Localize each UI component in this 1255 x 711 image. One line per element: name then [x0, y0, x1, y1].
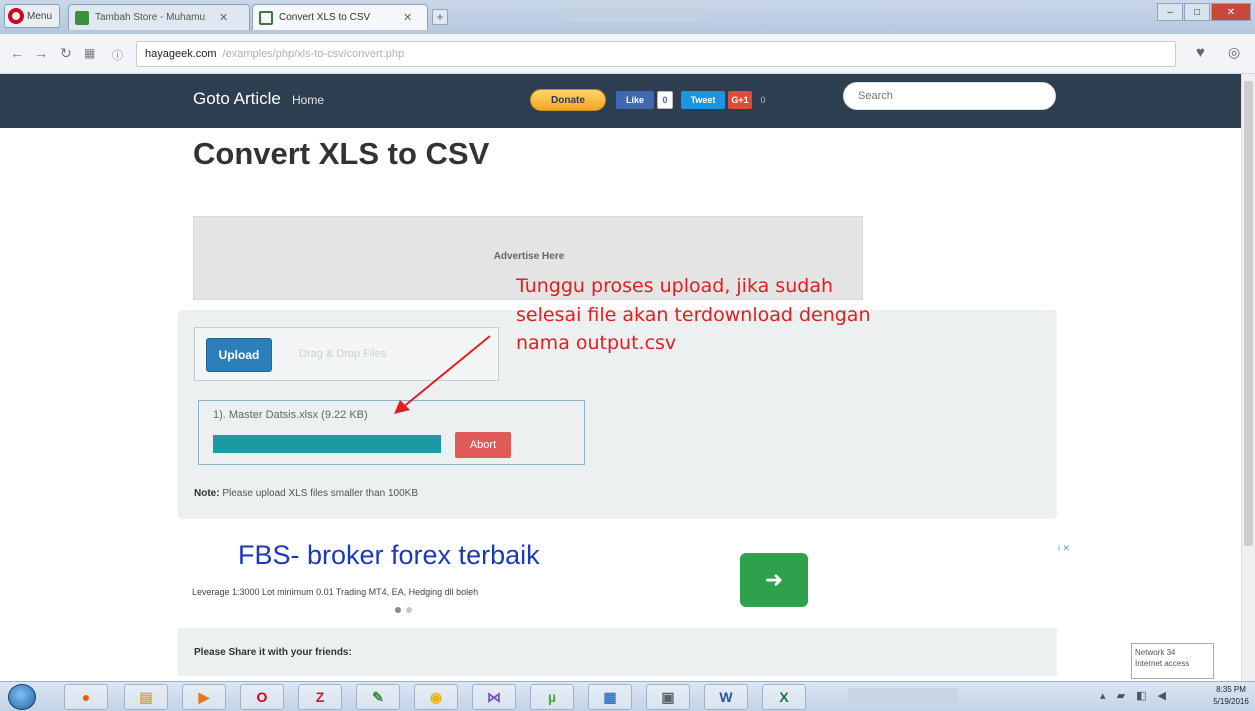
system-tray-icons[interactable]: ▴ ▰ ◧ ◀	[1100, 689, 1170, 702]
tweet-button[interactable]: Tweet	[681, 91, 725, 109]
tooltip-line: Network 34	[1135, 648, 1176, 657]
annotation-line: nama output.csv	[516, 332, 677, 354]
clock-date: 5/19/2016	[1213, 697, 1249, 706]
ad-carousel-dots	[395, 607, 412, 613]
url-domain: hayageek.com	[145, 48, 217, 60]
browser-titlebar: Menu Tambah Store - Muhamu ✕ Convert XLS…	[0, 0, 1255, 34]
gplus-button[interactable]: G+1	[728, 91, 752, 109]
upload-button[interactable]: Upload	[206, 338, 272, 372]
arrow-right-icon: ➜	[764, 567, 784, 592]
menu-label: Menu	[27, 10, 53, 22]
gplus-count: 0	[760, 95, 766, 105]
tab-close-icon[interactable]: ✕	[403, 11, 412, 24]
tab-label: Tambah Store - Muhamu	[95, 12, 206, 23]
advertise-label: Advertise Here	[493, 251, 565, 262]
annotation-line: Tunggu proses upload, jika sudah	[516, 275, 833, 297]
tab-close-icon[interactable]: ✕	[219, 11, 228, 24]
forward-icon[interactable]: →	[34, 45, 48, 61]
url-field[interactable]: hayageek.com/examples/php/xls-to-csv/con…	[136, 41, 1176, 67]
carousel-dot[interactable]	[395, 607, 401, 613]
app-icon[interactable]: ⋈	[472, 684, 516, 710]
media-icon[interactable]: ▶	[182, 684, 226, 710]
facebook-like-button[interactable]: Like	[616, 91, 654, 109]
site-info-icon[interactable]: ⓘ	[112, 47, 123, 63]
upload-progress-fill	[213, 435, 441, 453]
donate-button[interactable]: Donate	[530, 89, 606, 111]
tab-label: Convert XLS to CSV	[279, 12, 371, 23]
spreadsheet-favicon-icon	[75, 10, 89, 25]
site-search-input[interactable]	[843, 82, 1056, 110]
address-bar-row: ← → ↻ ▦ ⓘ hayageek.com/examples/php/xls-…	[0, 34, 1255, 74]
ad-headline[interactable]: FBS- broker forex terbaik	[238, 540, 540, 571]
paint-icon[interactable]: ✎	[356, 684, 400, 710]
taskbar-blank-area	[848, 688, 958, 704]
maximize-icon[interactable]: □	[1184, 3, 1210, 21]
facebook-like-count: 0	[657, 91, 673, 109]
ad-choices-icon[interactable]: i ✕	[1058, 543, 1070, 554]
clock-time: 8:35 PM	[1216, 685, 1246, 694]
calculator-icon[interactable]: ▣	[646, 684, 690, 710]
filezilla-icon[interactable]: Z	[298, 684, 342, 710]
upload-note: Note: Please upload XLS files smaller th…	[194, 488, 418, 499]
network-icon[interactable]: ▦	[588, 684, 632, 710]
annotation-text: Tunggu proses upload, jika sudah selesai…	[516, 272, 986, 358]
utorrent-icon[interactable]: µ	[530, 684, 574, 710]
share-text: Please Share it with your friends:	[194, 647, 352, 658]
close-window-icon[interactable]: ✕	[1211, 3, 1251, 21]
network-tooltip: Network 34 Internet access	[1131, 643, 1214, 679]
start-button-icon[interactable]	[8, 684, 36, 710]
opera-logo-icon	[8, 8, 24, 24]
opera-menu-button[interactable]: Menu	[4, 4, 60, 28]
ad-subline: Leverage 1:3000 Lot minimum 0.01 Trading…	[192, 587, 479, 597]
word-icon[interactable]: W	[704, 684, 748, 710]
file-info: 1). Master Datsis.xlsx (9.22 KB)	[213, 409, 368, 421]
page-title: Convert XLS to CSV	[193, 136, 490, 171]
abort-button[interactable]: Abort	[455, 432, 511, 458]
carousel-dot[interactable]	[406, 607, 412, 613]
windows-taskbar: ● ▤ ▶ O Z ✎ ◉ ⋈ µ ▦ ▣ W X ▴ ▰ ◧ ◀ 8:35 P…	[0, 681, 1255, 711]
drop-hint: Drag & Drop Files	[299, 348, 387, 360]
back-icon[interactable]: ←	[10, 45, 24, 61]
opera-icon[interactable]: O	[240, 684, 284, 710]
chrome-icon[interactable]: ◉	[414, 684, 458, 710]
ad-go-button[interactable]: ➜	[740, 553, 808, 607]
opera-sidebar-icon[interactable]: ◎	[1228, 44, 1240, 61]
note-text: Please upload XLS files smaller than 100…	[219, 488, 419, 499]
convert-favicon-icon	[259, 10, 273, 25]
explorer-icon[interactable]: ▤	[124, 684, 168, 710]
excel-icon[interactable]: X	[762, 684, 806, 710]
url-path: /examples/php/xls-to-csv/convert.php	[222, 48, 405, 60]
share-box: Please Share it with your friends:	[178, 628, 1057, 676]
window-title	[565, 8, 705, 22]
firefox-icon[interactable]: ●	[64, 684, 108, 710]
scrollbar-thumb[interactable]	[1244, 81, 1253, 546]
taskbar-clock[interactable]: 8:35 PM 5/19/2016	[1210, 684, 1252, 708]
annotation-line: selesai file akan terdownload dengan	[516, 303, 871, 326]
new-tab-button[interactable]: +	[432, 9, 448, 25]
tooltip-line: Internet access	[1135, 659, 1190, 668]
page-scrollbar[interactable]	[1241, 74, 1255, 681]
minimize-icon[interactable]: –	[1157, 3, 1183, 21]
tab-tambah-store[interactable]: Tambah Store - Muhamu ✕	[68, 4, 250, 30]
bookmark-heart-icon[interactable]: ♥	[1196, 44, 1205, 61]
speed-dial-icon[interactable]: ▦	[84, 46, 95, 60]
site-navbar: Goto Article Home Donate Like 0 Tweet G+…	[0, 74, 1241, 128]
site-brand[interactable]: Goto Article	[193, 89, 281, 109]
window-controls: – □ ✕	[1157, 3, 1251, 21]
annotation-arrow-icon	[394, 335, 491, 414]
tab-convert-xls[interactable]: Convert XLS to CSV ✕	[252, 4, 428, 30]
nav-home-link[interactable]: Home	[292, 93, 324, 107]
upload-progress-bar	[213, 435, 441, 453]
note-label: Note:	[194, 488, 220, 499]
reload-icon[interactable]: ↻	[60, 45, 72, 62]
